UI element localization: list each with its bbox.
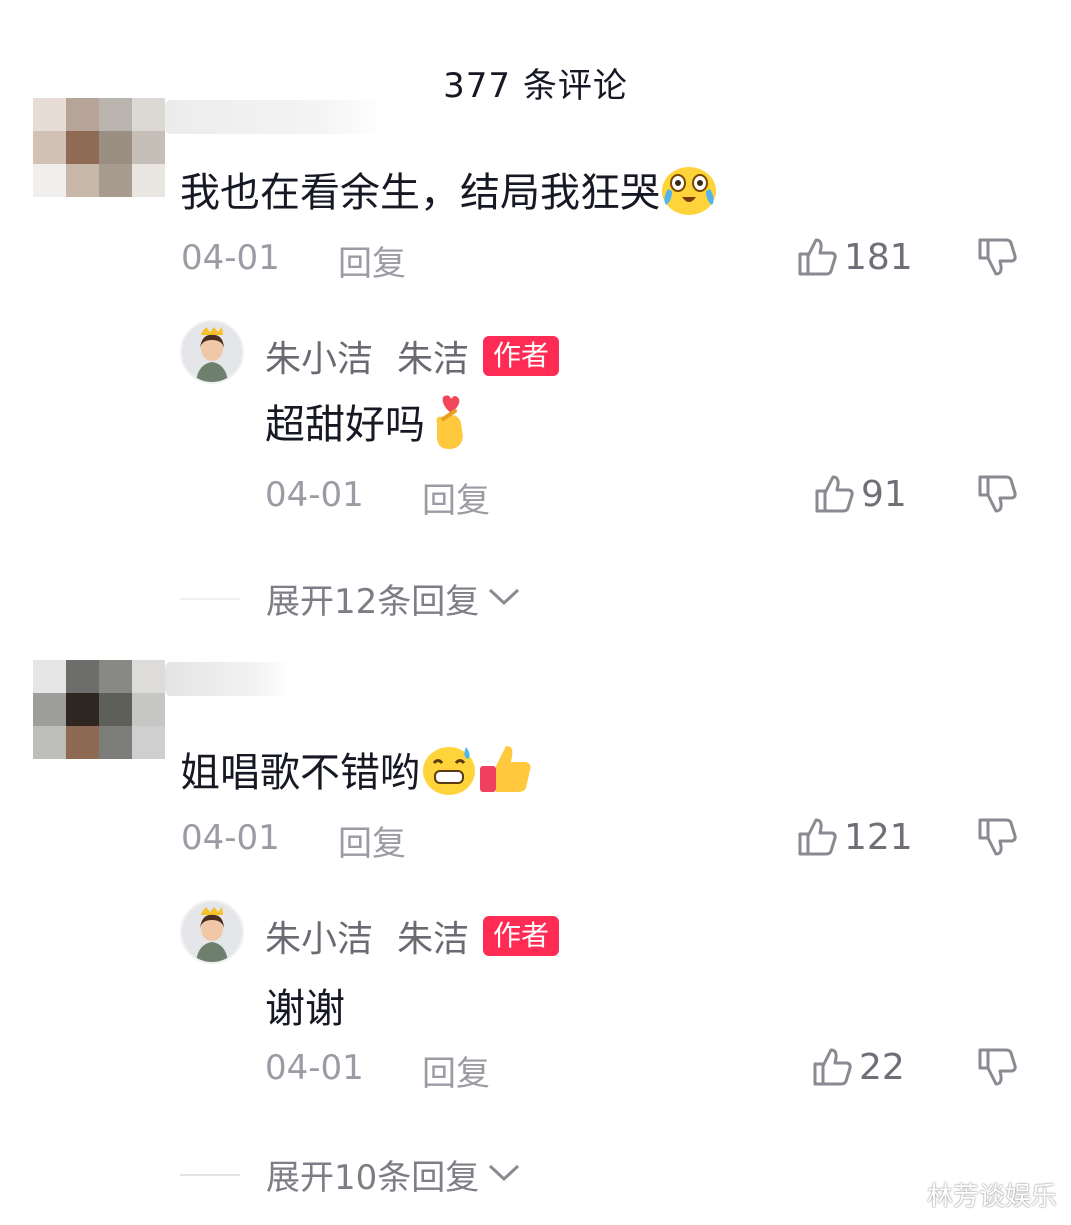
avatar[interactable] (33, 660, 165, 759)
chevron-down-icon (487, 1162, 521, 1188)
thumbs-up-icon (811, 1046, 853, 1088)
avatar[interactable] (180, 320, 244, 384)
thumbs-down-icon (976, 473, 1018, 515)
like-button[interactable]: 181 (796, 236, 913, 278)
like-count: 22 (859, 1046, 905, 1088)
avatar[interactable] (33, 98, 165, 197)
reply-2: 朱小洁 朱洁 作者 谢谢 04-01 回复 22 (0, 900, 1071, 1100)
reply-username[interactable]: 朱小洁 (265, 910, 373, 962)
comment-2: 姐唱歌不错哟 04-01 回复 121 (0, 660, 1071, 864)
reply-author-row: 朱小洁 朱洁 作者 (265, 330, 560, 382)
divider (180, 597, 240, 600)
username-blurred[interactable] (165, 100, 385, 134)
reply-button[interactable]: 回复 (422, 473, 490, 522)
comment-1: 我也在看余生，结局我狂哭 04-01 回复 181 (0, 98, 1071, 298)
grinning-sweat-emoji (420, 743, 478, 807)
comment-text: 姐唱歌不错哟 (180, 740, 536, 808)
author-badge: 作者 (483, 336, 560, 376)
author-badge: 作者 (483, 916, 560, 956)
crying-laughing-emoji (660, 163, 718, 227)
reply-text: 谢谢 (265, 986, 345, 1032)
comment-text: 我也在看余生，结局我狂哭 (180, 160, 718, 227)
dislike-button[interactable] (976, 1046, 1018, 1088)
reply-username-secondary[interactable]: 朱洁 (397, 330, 469, 382)
like-count: 91 (861, 473, 907, 515)
reply-username[interactable]: 朱小洁 (265, 330, 373, 382)
comment-date: 04-01 (181, 818, 280, 858)
like-count: 181 (844, 236, 913, 278)
like-button[interactable]: 91 (813, 473, 907, 515)
reply-1: 朱小洁 朱洁 作者 超甜好吗 04-01 回复 91 (0, 320, 1071, 522)
thumbs-down-icon (976, 1046, 1018, 1088)
reply-author-row: 朱小洁 朱洁 作者 (265, 910, 560, 962)
comment-date: 04-01 (181, 238, 280, 278)
thumbs-up-icon (796, 236, 838, 278)
thumbs-up-icon (813, 473, 855, 515)
like-button[interactable]: 22 (811, 1046, 905, 1088)
reply-button[interactable]: 回复 (338, 236, 406, 285)
reply-date: 04-01 (265, 475, 364, 515)
chevron-down-icon (487, 586, 521, 612)
finger-heart-emoji (425, 393, 473, 461)
reply-text: 超甜好吗 (265, 392, 473, 461)
avatar[interactable] (180, 900, 244, 964)
username-blurred[interactable] (165, 662, 290, 696)
reply-button[interactable]: 回复 (338, 816, 406, 865)
expand-replies-button[interactable]: 展开12条回复 (180, 574, 521, 623)
dislike-button[interactable] (976, 473, 1018, 515)
like-button[interactable]: 121 (796, 816, 913, 858)
watermark: 林芳谈娱乐 (926, 1182, 1057, 1212)
expand-replies-label: 展开10条回复 (266, 1158, 480, 1198)
thumbs-up-icon (796, 816, 838, 858)
reply-date: 04-01 (265, 1048, 364, 1088)
thumbs-up-emoji (478, 742, 536, 808)
like-count: 121 (844, 816, 913, 858)
divider (180, 1173, 240, 1176)
expand-replies-label: 展开12条回复 (266, 582, 480, 622)
expand-replies-button[interactable]: 展开10条回复 (180, 1150, 521, 1199)
thumbs-down-icon (976, 236, 1018, 278)
reply-button[interactable]: 回复 (422, 1046, 490, 1095)
thumbs-down-icon (976, 816, 1018, 858)
reply-username-secondary[interactable]: 朱洁 (397, 910, 469, 962)
dislike-button[interactable] (976, 236, 1018, 278)
dislike-button[interactable] (976, 816, 1018, 858)
